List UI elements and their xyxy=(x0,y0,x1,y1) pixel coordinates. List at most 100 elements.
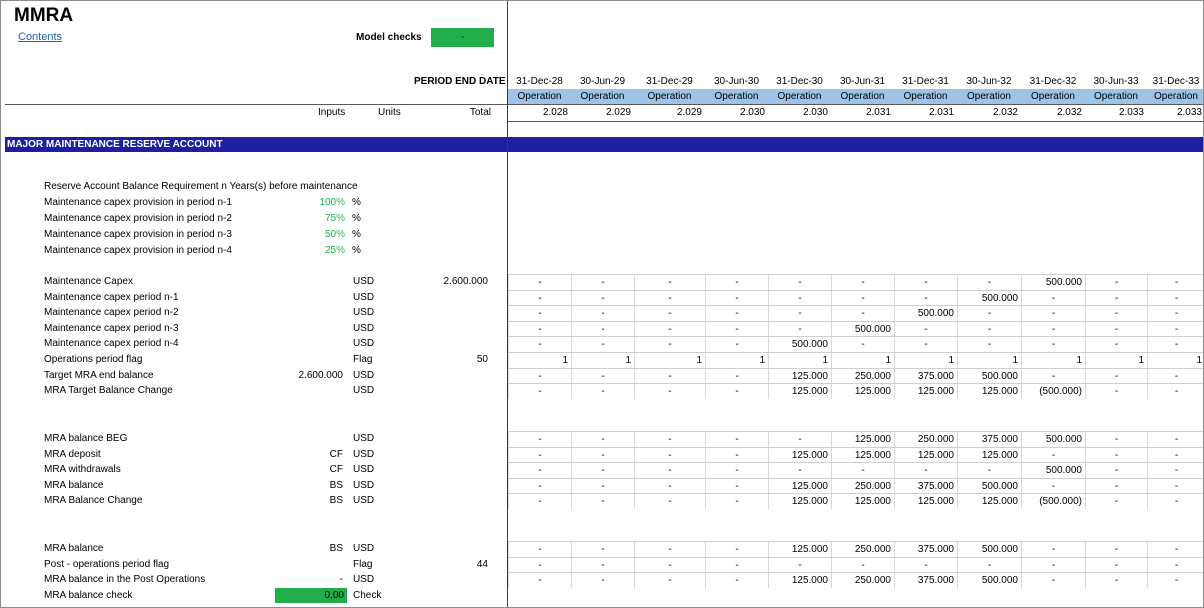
table-cell[interactable]: - xyxy=(571,573,634,589)
table-cell[interactable]: - xyxy=(705,463,768,479)
operation-cell[interactable]: Operation xyxy=(894,89,957,104)
table-cell[interactable]: - xyxy=(768,557,831,573)
table-cell[interactable]: - xyxy=(508,542,571,557)
capex-row-total[interactable]: 50 xyxy=(421,352,488,368)
table-cell[interactable]: 250.000 xyxy=(831,573,894,589)
table-cell[interactable]: - xyxy=(1021,290,1085,306)
year-cell[interactable]: 2.028 xyxy=(508,105,568,121)
table-cell[interactable]: - xyxy=(1147,463,1203,479)
table-cell[interactable]: 125.000 xyxy=(894,494,957,510)
table-cell[interactable]: - xyxy=(571,463,634,479)
table-cell[interactable]: - xyxy=(1021,557,1085,573)
table-cell[interactable]: - xyxy=(1085,384,1147,400)
table-cell[interactable]: - xyxy=(705,337,768,353)
table-cell[interactable]: - xyxy=(1085,337,1147,353)
year-cell[interactable]: 2.030 xyxy=(705,105,765,121)
table-cell[interactable]: 500.000 xyxy=(957,368,1021,384)
table-cell[interactable]: - xyxy=(1021,573,1085,589)
year-cell[interactable]: 2.033 xyxy=(1147,105,1202,121)
balance-row-input[interactable]: BS xyxy=(271,478,343,494)
table-cell[interactable]: 250.000 xyxy=(894,432,957,447)
table-cell[interactable]: 1 xyxy=(705,353,768,368)
table-cell[interactable]: 1 xyxy=(508,353,571,368)
table-cell[interactable]: - xyxy=(571,447,634,463)
table-cell[interactable]: - xyxy=(1085,368,1147,384)
table-cell[interactable]: 500.000 xyxy=(957,478,1021,494)
operation-cell[interactable]: Operation xyxy=(1147,89,1203,104)
table-cell[interactable]: 500.000 xyxy=(768,337,831,353)
table-cell[interactable]: - xyxy=(508,321,571,337)
table-cell[interactable]: - xyxy=(571,290,634,306)
column-date-header[interactable]: 31-Dec-32 xyxy=(1021,74,1085,90)
table-cell[interactable]: - xyxy=(1147,368,1203,384)
post-row-total[interactable]: 44 xyxy=(421,557,488,573)
provision-value[interactable]: 75% xyxy=(291,211,345,227)
table-cell[interactable]: 500.000 xyxy=(1021,275,1085,290)
operation-cell[interactable]: Operation xyxy=(508,89,571,104)
post-row-input[interactable]: BS xyxy=(271,541,343,557)
table-cell[interactable]: - xyxy=(1085,557,1147,573)
capex-row-input[interactable]: 2.600.000 xyxy=(271,368,344,384)
table-cell[interactable]: - xyxy=(831,306,894,322)
balance-row-input[interactable]: CF xyxy=(271,462,343,478)
table-cell[interactable]: - xyxy=(705,368,768,384)
operation-cell[interactable]: Operation xyxy=(957,89,1021,104)
table-cell[interactable]: - xyxy=(634,478,705,494)
table-cell[interactable]: - xyxy=(1021,306,1085,322)
column-date-header[interactable]: 30-Jun-33 xyxy=(1085,74,1147,90)
table-cell[interactable]: 1 xyxy=(768,353,831,368)
table-cell[interactable]: - xyxy=(894,557,957,573)
table-cell[interactable]: - xyxy=(571,557,634,573)
table-cell[interactable]: - xyxy=(1147,542,1203,557)
table-cell[interactable]: 375.000 xyxy=(894,542,957,557)
table-cell[interactable]: 500.000 xyxy=(894,306,957,322)
table-cell[interactable]: - xyxy=(1085,306,1147,322)
table-cell[interactable]: - xyxy=(1085,290,1147,306)
table-cell[interactable]: - xyxy=(1021,368,1085,384)
provision-value[interactable]: 50% xyxy=(291,227,345,243)
table-cell[interactable]: - xyxy=(1085,478,1147,494)
table-cell[interactable]: - xyxy=(831,337,894,353)
column-date-header[interactable]: 30-Jun-29 xyxy=(571,74,634,90)
table-cell[interactable]: 125.000 xyxy=(957,494,1021,510)
table-cell[interactable]: - xyxy=(1147,275,1203,290)
table-cell[interactable]: 125.000 xyxy=(831,384,894,400)
year-cell[interactable]: 2.030 xyxy=(768,105,828,121)
table-cell[interactable]: - xyxy=(1147,557,1203,573)
column-date-header[interactable]: 30-Jun-31 xyxy=(831,74,894,90)
table-cell[interactable]: 500.000 xyxy=(1021,463,1085,479)
check-value-cell[interactable]: 0,00 xyxy=(275,588,347,603)
table-cell[interactable]: - xyxy=(634,275,705,290)
table-cell[interactable]: - xyxy=(705,478,768,494)
table-cell[interactable]: 125.000 xyxy=(831,432,894,447)
table-cell[interactable]: 1 xyxy=(634,353,705,368)
table-cell[interactable]: 250.000 xyxy=(831,368,894,384)
table-cell[interactable]: 375.000 xyxy=(957,432,1021,447)
contents-link[interactable]: Contents xyxy=(18,29,62,45)
table-cell[interactable]: - xyxy=(957,306,1021,322)
table-cell[interactable]: 125.000 xyxy=(831,447,894,463)
column-date-header[interactable]: 31-Dec-33 xyxy=(1147,74,1203,90)
table-cell[interactable]: - xyxy=(831,463,894,479)
table-cell[interactable]: 500.000 xyxy=(1021,432,1085,447)
table-cell[interactable]: - xyxy=(634,290,705,306)
table-cell[interactable]: - xyxy=(1021,542,1085,557)
table-cell[interactable]: - xyxy=(1085,432,1147,447)
table-cell[interactable]: - xyxy=(1085,573,1147,589)
table-cell[interactable]: - xyxy=(508,290,571,306)
year-cell[interactable]: 2.029 xyxy=(634,105,702,121)
table-cell[interactable]: - xyxy=(508,432,571,447)
table-cell[interactable]: 1 xyxy=(957,353,1021,368)
table-cell[interactable]: - xyxy=(1147,384,1203,400)
table-cell[interactable]: - xyxy=(571,337,634,353)
table-cell[interactable]: - xyxy=(634,573,705,589)
year-cell[interactable]: 2.032 xyxy=(957,105,1018,121)
operation-cell[interactable]: Operation xyxy=(1021,89,1085,104)
table-cell[interactable]: 1 xyxy=(1021,353,1085,368)
table-cell[interactable]: - xyxy=(1021,478,1085,494)
table-cell[interactable]: - xyxy=(957,275,1021,290)
table-cell[interactable]: - xyxy=(1021,447,1085,463)
table-cell[interactable]: 375.000 xyxy=(894,573,957,589)
table-cell[interactable]: (500.000) xyxy=(1021,384,1085,400)
table-cell[interactable]: 1 xyxy=(571,353,634,368)
